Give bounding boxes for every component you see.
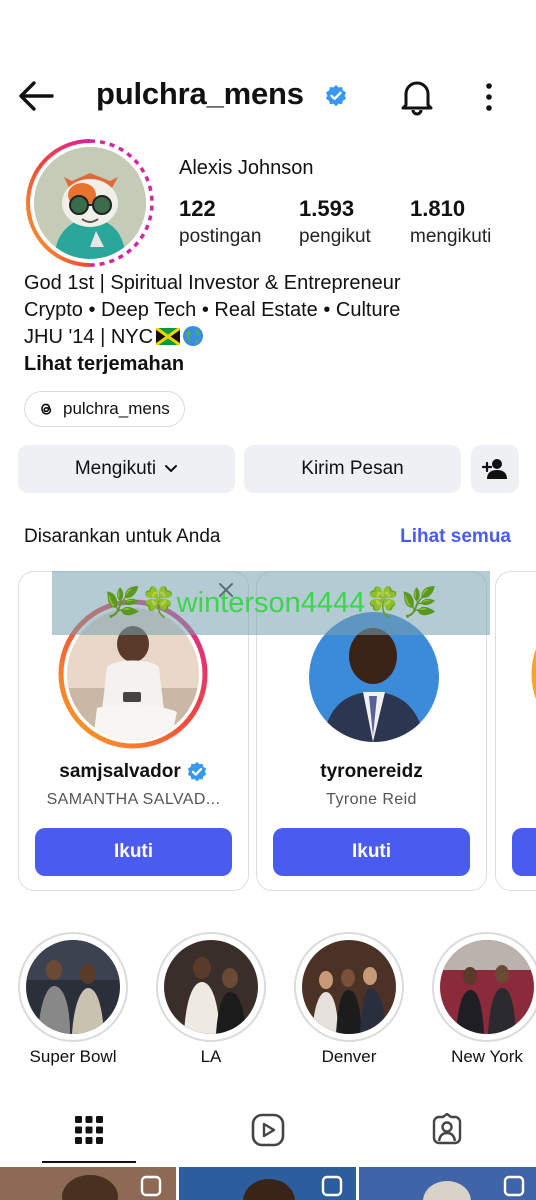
highlight-label: Super Bowl [29,1047,117,1066]
threads-handle: pulchra_mens [63,399,170,418]
watermark-overlay: 🌿🍀winterson4444🍀🌿 [52,571,490,635]
stat-following-label: mengikuti [410,226,492,247]
suggestion-username-row[interactable]: tyronereidz [257,761,486,783]
active-tab-indicator [42,1161,136,1163]
highlight-cover [164,940,258,1034]
follow-button[interactable]: Ikuti [273,828,470,876]
post-thumbnail[interactable] [179,1167,356,1200]
highlight-cover [302,940,396,1034]
post-thumbnail[interactable] [359,1167,536,1200]
more-vertical-icon[interactable] [476,78,502,116]
tab-reels[interactable] [179,1095,357,1165]
highlight-cover [26,940,120,1034]
suggestion-username-row[interactable]: samjsalvador [19,761,248,783]
suggestion-username: samjsalvador [59,761,181,782]
highlight-item[interactable]: New York [432,932,536,1067]
profile-username: pulchra_mens [96,76,304,111]
tab-tagged[interactable] [358,1095,536,1165]
highlight-label: New York [451,1047,523,1066]
display-name: Alexis Johnson [179,157,314,179]
add-user-icon [482,459,507,479]
bell-icon[interactable] [398,76,436,116]
following-button[interactable]: Mengikuti [18,445,235,493]
stat-followers[interactable]: 1.593 pengikut [299,196,371,248]
stat-following-value: 1.810 [410,196,466,221]
bio-line: God 1st | Spiritual Investor & Entrepren… [24,272,401,294]
highlight-ring [432,932,536,1042]
threads-icon [41,403,52,415]
highlight-item[interactable]: LA [156,932,266,1067]
tab-posts[interactable] [0,1095,178,1165]
post-thumbnail[interactable] [0,1167,176,1200]
threads-badge[interactable]: pulchra_mens [24,391,185,427]
suggestion-card-edge [512,648,536,876]
highlight-item[interactable]: Denver [294,932,404,1067]
following-label: Mengikuti [74,458,157,479]
reels-icon [251,1113,285,1147]
highlight-ring [156,932,266,1042]
verified-badge-icon [187,761,206,782]
see-translation-link[interactable]: Lihat terjemahan [24,351,524,378]
grid-icon [75,1116,103,1144]
stat-posts[interactable]: 122 postingan [179,196,261,248]
profile-tabs [0,1095,536,1165]
tagged-icon [432,1113,462,1145]
highlight-ring [294,932,404,1042]
highlight-label: LA [200,1047,222,1066]
chevron-down-icon [165,465,178,472]
stat-followers-label: pengikut [299,226,371,247]
arrow-left-icon[interactable] [16,78,56,114]
stat-followers-value: 1.593 [299,196,355,221]
follow-button[interactable]: Ikuti [35,828,232,876]
suggest-users-button[interactable] [471,445,519,493]
bio-line: Crypto • Deep Tech • Real Estate • Cultu… [24,299,401,321]
posts-grid [0,1167,536,1200]
suggestion-card-partial [495,571,536,891]
highlight-item[interactable]: Super Bowl [18,932,128,1067]
profile-bio: God 1st | Spiritual Investor & Entrepren… [24,270,524,378]
jamaica-flag-icon [156,328,181,345]
bio-line: JHU '14 | NYC [24,326,154,348]
suggestion-fullname: SAMANTHA SALVAD... [46,791,221,808]
highlight-label: Denver [321,1047,377,1066]
profile-header: pulchra_mens [0,60,536,132]
profile-avatar[interactable] [34,147,146,259]
see-all-link[interactable]: Lihat semua [400,526,511,548]
message-label: Kirim Pesan [301,458,404,479]
highlight-ring [18,932,128,1042]
stat-posts-label: postingan [179,226,262,247]
suggestions-title: Disarankan untuk Anda [24,526,221,547]
bio-line-with-emoji: JHU '14 | NYC [24,324,524,351]
globe-icon [183,326,204,346]
suggestion-username: tyronereidz [320,761,423,782]
highlight-cover [440,940,534,1034]
message-button[interactable]: Kirim Pesan [244,445,461,493]
verified-badge-icon [326,85,346,107]
stat-posts-value: 122 [179,196,216,221]
stat-following[interactable]: 1.810 mengikuti [410,196,491,248]
suggestion-fullname: Tyrone Reid [326,791,417,808]
